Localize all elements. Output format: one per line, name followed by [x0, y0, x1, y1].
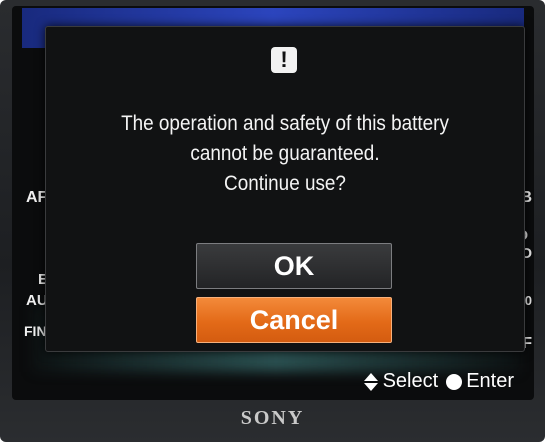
cancel-button[interactable]: Cancel — [196, 297, 392, 343]
select-hint: Select — [363, 370, 439, 393]
control-hints: Select Enter — [355, 370, 514, 393]
warning-message-line-3: Continue use? — [224, 172, 346, 195]
camera-body: AF E AU FIN WB O TO ±0 OFF ! The operati… — [0, 0, 545, 442]
up-down-diamond-icon — [363, 372, 378, 391]
brand-logo: SONY — [240, 407, 305, 429]
camera-lcd-screen: AF E AU FIN WB O TO ±0 OFF ! The operati… — [12, 6, 534, 400]
ok-button[interactable]: OK — [196, 243, 392, 289]
exclamation-warning-icon: ! — [271, 47, 297, 73]
enter-hint: Enter — [446, 370, 514, 393]
battery-warning-dialog: ! The operation and safety of this batte… — [45, 26, 525, 352]
select-hint-label: Select — [382, 370, 439, 392]
enter-hint-label: Enter — [466, 370, 514, 392]
warning-message-line-2: cannot be guaranteed. — [190, 142, 380, 165]
warning-message: The operation and safety of this battery… — [70, 109, 500, 199]
warning-message-line-1: The operation and safety of this battery — [121, 112, 449, 135]
center-button-dot-icon — [446, 373, 463, 390]
background-label-fin: FIN — [24, 323, 47, 339]
